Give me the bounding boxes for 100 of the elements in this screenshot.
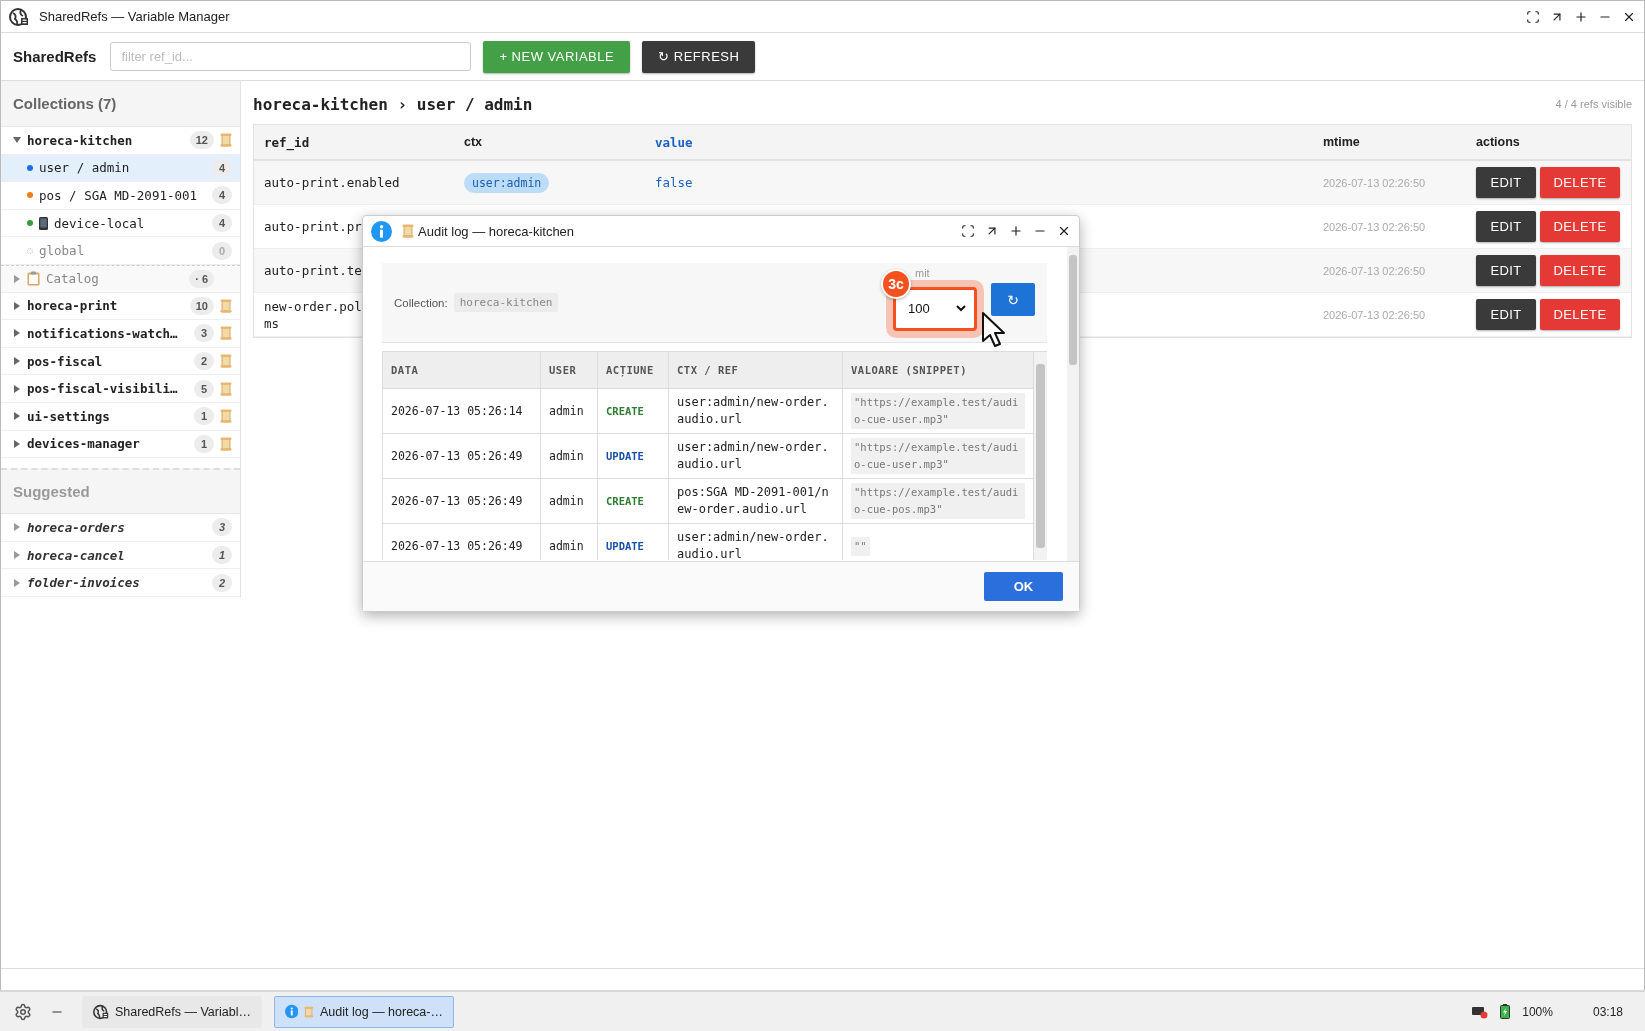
scrollbar[interactable] bbox=[1067, 247, 1079, 561]
column-header[interactable]: ctx bbox=[464, 135, 483, 149]
fullscreen-icon[interactable] bbox=[961, 224, 975, 238]
value-snippet: "" bbox=[851, 536, 870, 556]
action-label: UPDATE bbox=[606, 540, 644, 552]
suggested-heading: Suggested bbox=[13, 483, 90, 501]
item-count: 1 bbox=[194, 434, 214, 453]
delete-button[interactable]: DELETE bbox=[1540, 211, 1620, 242]
delete-button[interactable]: DELETE bbox=[1540, 167, 1620, 198]
mtime-text: 2026-07-13 02:26:50 bbox=[1323, 220, 1426, 233]
mtime-text: 2026-07-13 02:26:50 bbox=[1323, 264, 1426, 277]
item-count: 10 bbox=[189, 296, 214, 315]
collection-name: pos-fiscal bbox=[27, 353, 104, 369]
collection-name: notifications-watch… bbox=[27, 325, 179, 341]
scroll-icon bbox=[220, 298, 232, 313]
date-cell: 2026-07-13 05:26:49 bbox=[391, 492, 523, 510]
filter-field[interactable]: filter ref_id... bbox=[110, 42, 472, 71]
value-snippet: "https://example.test/audio-cue-user.mp3" bbox=[851, 393, 1025, 429]
ref-id: auto-print.pr bbox=[264, 218, 362, 235]
scroll-icon bbox=[220, 326, 232, 341]
step-badge: 3c bbox=[881, 268, 911, 299]
dialog-title: Audit log — horeca-kitchen bbox=[418, 223, 576, 239]
value-snippet: "https://example.test/audio-cue-user.mp3" bbox=[851, 438, 1025, 474]
collection-name: Catalog bbox=[46, 271, 100, 287]
item-count: 5 bbox=[194, 379, 214, 398]
plus-icon[interactable] bbox=[1009, 224, 1023, 238]
scroll-icon bbox=[220, 354, 232, 369]
fullscreen-icon[interactable] bbox=[1526, 9, 1540, 24]
ctx-tag: user:admin bbox=[464, 172, 550, 193]
collection-value: horeca-kitchen bbox=[453, 293, 559, 312]
user-cell: admin bbox=[549, 492, 584, 510]
caret-icon[interactable] bbox=[13, 357, 21, 366]
collection-name: horeca-cancel bbox=[27, 547, 126, 563]
caret-icon[interactable] bbox=[13, 384, 21, 393]
reload-button[interactable]: ↻ bbox=[991, 283, 1035, 316]
ref-id: auto-print.enabled bbox=[264, 174, 400, 191]
collection-name: horeca-print bbox=[27, 298, 119, 314]
date-cell: 2026-07-13 05:26:49 bbox=[391, 537, 523, 555]
app-brand: SharedRefs bbox=[13, 48, 97, 65]
scroll-icon bbox=[220, 409, 232, 424]
column-header[interactable]: ref_id bbox=[264, 134, 310, 150]
caret-icon[interactable] bbox=[13, 551, 21, 559]
battery-icon[interactable] bbox=[1500, 1004, 1511, 1019]
collection-name: devices-manager bbox=[27, 436, 141, 452]
user-cell: admin bbox=[549, 537, 584, 555]
info-icon bbox=[285, 1003, 299, 1020]
close-icon[interactable] bbox=[1057, 224, 1071, 238]
plus-icon[interactable] bbox=[1574, 9, 1588, 24]
column-header[interactable]: mtime bbox=[1323, 135, 1360, 149]
action-label: CREATE bbox=[606, 405, 644, 417]
edit-button[interactable]: EDIT bbox=[1476, 167, 1536, 198]
breadcrumb: horeca-kitchen › user / admin bbox=[253, 94, 533, 114]
column-header[interactable]: value bbox=[655, 134, 693, 150]
value-text: false bbox=[655, 175, 693, 190]
clipboard-icon bbox=[27, 271, 40, 287]
column-header: DATA bbox=[383, 352, 541, 389]
caret-icon[interactable] bbox=[13, 329, 21, 338]
caret-icon[interactable] bbox=[13, 412, 21, 421]
column-header: USER bbox=[541, 352, 598, 389]
delete-button[interactable]: DELETE bbox=[1540, 299, 1620, 330]
globe-icon bbox=[93, 1003, 109, 1020]
scroll-icon bbox=[402, 224, 414, 238]
context-name: device-local bbox=[54, 215, 146, 231]
caret-icon[interactable] bbox=[13, 523, 21, 532]
scrollbar[interactable] bbox=[1034, 352, 1047, 560]
network-icon[interactable] bbox=[1472, 1004, 1489, 1019]
context-item[interactable]: user / admin 4 bbox=[1, 154, 240, 183]
item-count: 1 bbox=[194, 407, 214, 426]
settings-icon[interactable] bbox=[14, 1002, 32, 1021]
edit-button[interactable]: EDIT bbox=[1476, 299, 1536, 330]
collection-label: Collection: bbox=[394, 296, 448, 309]
collection-item[interactable]: Catalog · 6 bbox=[1, 264, 240, 293]
refresh-button[interactable]: ↻ REFRESH bbox=[642, 40, 756, 73]
caret-icon[interactable] bbox=[13, 136, 21, 145]
date-cell: 2026-07-13 05:26:14 bbox=[391, 402, 523, 420]
chevron-icon bbox=[956, 305, 966, 312]
scroll-icon bbox=[304, 1004, 314, 1019]
context-name: global bbox=[39, 243, 86, 259]
mtime-text: 2026-07-13 02:26:50 bbox=[1323, 176, 1426, 189]
caret-icon[interactable] bbox=[13, 439, 21, 448]
taskbar-window[interactable]: Audit log — horeca-… bbox=[274, 995, 454, 1028]
ref-cell-text: user:admin/new-order.audio.url bbox=[677, 439, 830, 473]
item-count: 1 bbox=[212, 546, 232, 564]
phone-icon bbox=[39, 216, 48, 230]
ok-button[interactable]: OK bbox=[984, 572, 1063, 601]
taskbar-window[interactable]: SharedRefs — Variabl… bbox=[82, 995, 262, 1028]
value-snippet: "https://example.test/audio-cue-pos.mp3" bbox=[851, 483, 1025, 519]
context-name: user / admin bbox=[39, 160, 131, 176]
delete-button[interactable]: DELETE bbox=[1540, 255, 1620, 286]
column-header: CTX / REF bbox=[669, 352, 843, 389]
edit-button[interactable]: EDIT bbox=[1476, 255, 1536, 286]
refs-count: 4 / 4 refs visible bbox=[1555, 98, 1632, 110]
caret-icon[interactable] bbox=[13, 578, 21, 587]
window-title: SharedRefs — Variable Manager bbox=[39, 9, 231, 24]
mtime-text: 2026-07-13 02:26:50 bbox=[1323, 308, 1426, 321]
ref-cell-text: pos:SGA MD-2091-001/new-order.audio.url bbox=[677, 484, 830, 518]
caret-icon[interactable] bbox=[13, 274, 21, 283]
caret-icon[interactable] bbox=[13, 301, 21, 310]
edit-button[interactable]: EDIT bbox=[1476, 211, 1536, 242]
column-header[interactable]: actions bbox=[1476, 135, 1520, 149]
